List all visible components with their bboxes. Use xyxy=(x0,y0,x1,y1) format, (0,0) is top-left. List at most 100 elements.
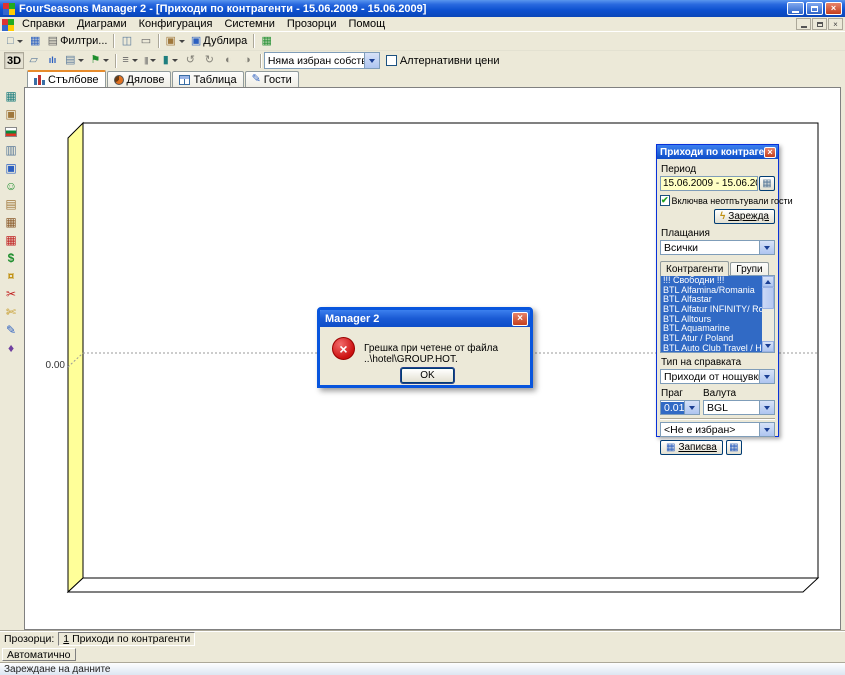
panel-title-bar[interactable]: Приходи по контрагенти × xyxy=(657,145,778,159)
zoom-in-button[interactable]: ◑ xyxy=(238,52,257,69)
list-item[interactable]: BTL Atur / Poland xyxy=(661,334,762,344)
menu-pomosht[interactable]: Помощ xyxy=(342,18,391,31)
tab-groups[interactable]: Групи xyxy=(730,262,768,276)
monitor-button[interactable]: ▥ xyxy=(0,141,22,159)
rotate-ccw-button[interactable]: ↺ xyxy=(181,52,200,69)
new-report-button[interactable]: □ xyxy=(4,33,26,50)
print-preview-button[interactable]: ◫ xyxy=(117,33,136,50)
toolbar-separator xyxy=(158,34,159,48)
duplicate-button[interactable]: ▣Дублира xyxy=(188,33,250,50)
rotate-cw-button[interactable]: ↻ xyxy=(200,52,219,69)
cut-reservation-button[interactable]: ✂ xyxy=(0,285,22,303)
restore-button[interactable] xyxy=(806,2,823,15)
menu-konfiguracia[interactable]: Конфигурация xyxy=(133,18,219,31)
auto-bar: Автоматично xyxy=(0,647,845,662)
report-type-dropdown-button[interactable] xyxy=(759,370,774,383)
list-item[interactable]: BTL Alfamina/Romania xyxy=(661,286,762,296)
automatic-label: Автоматично xyxy=(7,649,71,661)
3d-toggle-button[interactable]: 3D xyxy=(4,52,24,69)
windows-icon: ▣ xyxy=(5,162,16,174)
currency-dropdown-button[interactable] xyxy=(759,401,774,414)
payments-button[interactable]: ¤ xyxy=(0,267,22,285)
window-tab-button[interactable]: 1 Приходи по контрагенти xyxy=(58,632,195,646)
owner-dropdown-button[interactable] xyxy=(759,423,774,436)
list-item[interactable]: BTL Alfastar xyxy=(661,295,762,305)
calendar-button[interactable]: ▦ xyxy=(759,176,775,191)
load-button[interactable]: ϟЗарежда xyxy=(714,209,775,224)
archive-button[interactable]: ▦ xyxy=(0,213,22,231)
guests-button[interactable]: ☺ xyxy=(0,177,22,195)
window-tab-number: 1 xyxy=(63,633,69,645)
windows-button[interactable]: ▣ xyxy=(0,159,22,177)
chart-rotate-button[interactable]: ▱ xyxy=(24,52,43,69)
mdi-close-button[interactable]: × xyxy=(828,18,843,30)
legend-icon: ▤ xyxy=(65,55,75,66)
automatic-button[interactable]: Автоматично xyxy=(2,648,76,661)
tariffs-button[interactable]: ▦ xyxy=(0,231,22,249)
filters-button[interactable]: ▤Филтри... xyxy=(45,33,111,50)
currency-select[interactable]: BGL xyxy=(703,400,775,415)
planning-grid-button[interactable]: ▦ xyxy=(0,87,22,105)
include-guests-checkbox[interactable]: ✔ xyxy=(660,195,670,206)
currency-button[interactable]: $ xyxy=(0,249,22,267)
vertical-grid-button[interactable]: ||| xyxy=(141,52,160,69)
documents-button[interactable]: ▤ xyxy=(0,195,22,213)
threshold-dropdown-button[interactable] xyxy=(684,401,699,414)
list-item[interactable]: !!! Свободни !!! xyxy=(661,276,762,286)
statistics-button[interactable]: ♦ xyxy=(0,339,22,357)
scroll-thumb[interactable] xyxy=(762,287,774,309)
nationality-button[interactable] xyxy=(0,123,22,141)
print-button[interactable]: ▭ xyxy=(136,33,155,50)
panel-close-button[interactable]: × xyxy=(764,147,776,158)
dialog-title-bar[interactable]: Manager 2 × xyxy=(320,310,530,327)
zoom-out-button[interactable]: ◐ xyxy=(219,52,238,69)
legend-button[interactable]: ▤ xyxy=(62,52,87,69)
list-item[interactable]: BTL Alfatur INFINITY/ Romani xyxy=(661,305,762,315)
report-type-select[interactable]: Приходи от нощувки xyxy=(660,369,775,384)
payments-dropdown-button[interactable] xyxy=(759,241,774,254)
threshold-combo[interactable]: 0.01 xyxy=(660,400,700,415)
grid-view-button[interactable]: ▦ xyxy=(726,440,742,455)
tab-contragents[interactable]: Контрагенти xyxy=(660,261,729,276)
menu-sistemni[interactable]: Системни xyxy=(218,18,280,31)
edit-form-button[interactable]: ✎ xyxy=(0,321,22,339)
minimize-button[interactable] xyxy=(787,2,804,15)
list-item[interactable]: BTL Alltours xyxy=(661,315,762,325)
duplicate-icon: ▣ xyxy=(191,36,201,47)
save-report-button[interactable]: ▦Записва xyxy=(660,440,723,455)
dialog-close-button[interactable]: × xyxy=(512,312,528,326)
owner-select[interactable]: <Не е избран> xyxy=(660,422,775,437)
export-excel-button[interactable]: ▦ xyxy=(257,33,276,50)
save-button[interactable]: ▦ xyxy=(26,33,45,50)
mdi-restore-icon xyxy=(817,22,823,27)
scroll-down-button[interactable] xyxy=(762,341,774,352)
mdi-minimize-button[interactable] xyxy=(796,18,811,30)
chart-walls-button[interactable]: ▮ xyxy=(160,52,181,69)
menu-diagrami[interactable]: Диаграми xyxy=(71,18,133,31)
horizontal-grid-button[interactable]: ≡ xyxy=(119,52,140,69)
period-field[interactable]: 15.06.2009 - 15.06.2009 xyxy=(660,176,758,191)
tab-bars[interactable]: Стълбове xyxy=(27,70,106,87)
list-item[interactable]: BTL Auto Club Travel / Hunga xyxy=(661,344,762,352)
rooms-button[interactable]: ▣ xyxy=(0,105,22,123)
ok-button[interactable]: OK xyxy=(401,368,454,383)
close-button[interactable]: × xyxy=(825,2,842,15)
tab-pie[interactable]: Дялове xyxy=(107,71,172,87)
alt-prices-checkbox[interactable] xyxy=(386,55,397,66)
tab-table[interactable]: Таблица xyxy=(172,71,243,87)
tab-guests[interactable]: ✎Гости xyxy=(245,71,299,87)
owners-dropdown-button[interactable] xyxy=(364,53,379,68)
series-labels-button[interactable]: ılı xyxy=(43,52,62,69)
scroll-track[interactable] xyxy=(762,309,774,341)
cut-price-button[interactable]: ✄ xyxy=(0,303,22,321)
menu-spravki[interactable]: Справки xyxy=(16,18,71,31)
menu-prozorci[interactable]: Прозорци xyxy=(281,18,343,31)
copy-button[interactable]: ▣ xyxy=(162,33,187,50)
scroll-up-button[interactable] xyxy=(762,276,774,287)
mdi-restore-button[interactable] xyxy=(812,18,827,30)
owners-select[interactable]: Няма избран собственици xyxy=(264,52,380,69)
marks-button[interactable]: ⚑ xyxy=(87,52,112,69)
payments-select[interactable]: Всички xyxy=(660,240,775,255)
list-item[interactable]: BTL Aquamarine xyxy=(661,324,762,334)
listbox-scrollbar[interactable] xyxy=(762,276,774,352)
